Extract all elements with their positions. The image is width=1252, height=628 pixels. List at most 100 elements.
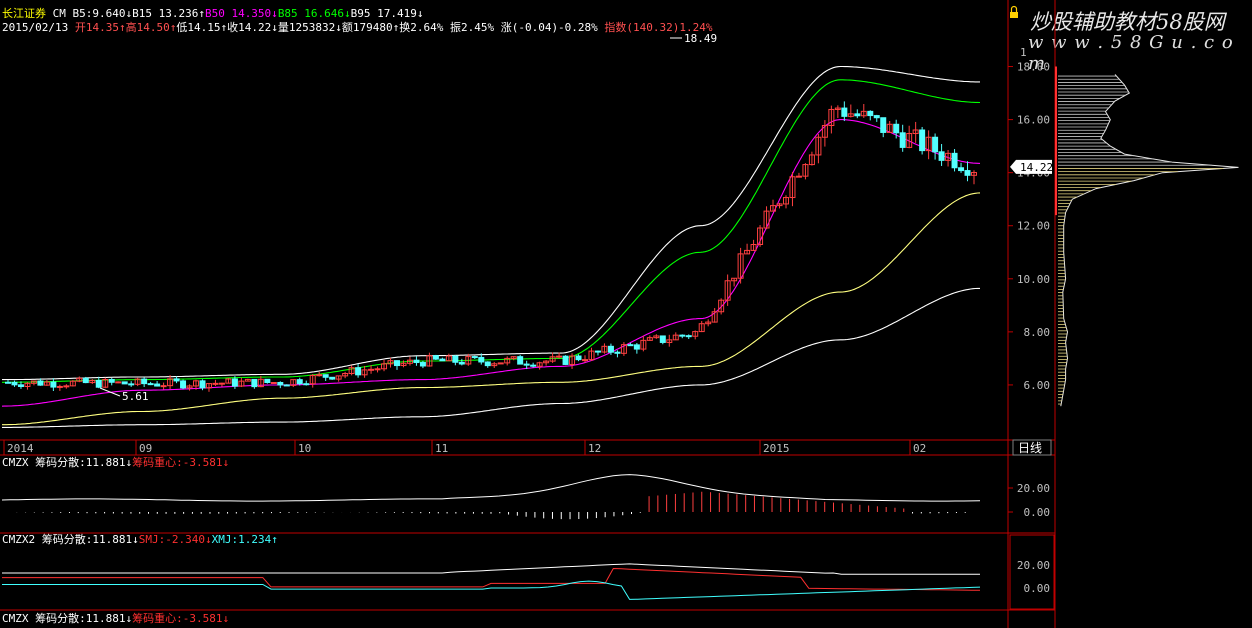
candle-body bbox=[841, 107, 848, 117]
high-annotation: 18.49 bbox=[684, 32, 717, 45]
current-price-label: 14.22 bbox=[1020, 161, 1053, 174]
price-axis-top-label: 1 bbox=[1020, 46, 1027, 59]
candle-body bbox=[141, 378, 148, 385]
candle-body bbox=[374, 368, 381, 371]
candle-body bbox=[594, 350, 601, 353]
candle-body bbox=[121, 381, 128, 385]
candle-body bbox=[873, 115, 880, 119]
candle-body bbox=[115, 381, 122, 384]
candle-body bbox=[147, 383, 154, 386]
price-tick-label: 10.00 bbox=[1017, 273, 1050, 286]
indicator2-smj-line bbox=[2, 567, 981, 591]
candle-body bbox=[685, 335, 692, 338]
band-line-b95 bbox=[2, 65, 980, 381]
candle-body bbox=[296, 379, 303, 385]
candle-body bbox=[893, 123, 900, 134]
price-tick-label: 16.00 bbox=[1017, 114, 1050, 127]
candle-body bbox=[199, 380, 206, 389]
price-tick-label: 6.00 bbox=[1024, 379, 1051, 392]
candle-body bbox=[368, 368, 375, 371]
candle-body bbox=[277, 381, 284, 386]
indicator2-tick-label: 20.00 bbox=[1017, 559, 1050, 572]
candle-body bbox=[251, 378, 258, 388]
band-line-b5 bbox=[2, 287, 980, 428]
candle-body bbox=[264, 378, 271, 383]
candle-body bbox=[432, 355, 439, 360]
candle-body bbox=[919, 129, 926, 152]
candle-body bbox=[517, 356, 524, 365]
date-label: 11 bbox=[435, 442, 448, 455]
candle-body bbox=[160, 385, 167, 388]
indicator1-tick-label: 20.00 bbox=[1017, 482, 1050, 495]
candle-body bbox=[607, 345, 614, 353]
candle-body bbox=[659, 335, 666, 343]
indicator2-axis-box bbox=[1009, 534, 1055, 610]
candle-body bbox=[5, 381, 11, 384]
candle-body bbox=[932, 136, 939, 153]
candle-body bbox=[270, 381, 277, 384]
candle-body bbox=[108, 379, 115, 383]
candle-body bbox=[11, 381, 18, 386]
candle-body bbox=[679, 334, 686, 337]
price-tick-label: 8.00 bbox=[1024, 326, 1051, 339]
candle-body bbox=[50, 381, 57, 388]
date-label: 10 bbox=[298, 442, 311, 455]
candle-body bbox=[938, 151, 945, 161]
candle-body bbox=[17, 384, 24, 387]
date-label: 09 bbox=[139, 442, 152, 455]
candle-body bbox=[958, 167, 965, 172]
candle-body bbox=[795, 175, 802, 178]
candle-body bbox=[173, 378, 180, 382]
candle-body bbox=[329, 376, 336, 380]
candle-body bbox=[899, 132, 906, 148]
period-button[interactable]: 日线 bbox=[1018, 441, 1042, 455]
candle-body bbox=[56, 385, 63, 388]
indicator2-dispersion-line bbox=[2, 563, 980, 575]
candle-body bbox=[478, 356, 485, 363]
main-chart-svg: 日线 18.0016.0014.0012.0010.008.006.00114.… bbox=[0, 0, 1239, 628]
date-label: 02 bbox=[913, 442, 926, 455]
price-tick-label: 12.00 bbox=[1017, 220, 1050, 233]
candle-body bbox=[497, 362, 504, 365]
candle-body bbox=[614, 351, 621, 354]
candle-body bbox=[355, 367, 362, 376]
indicator2-tick-label: 0.00 bbox=[1024, 582, 1051, 595]
candle-body bbox=[154, 383, 161, 387]
candle-body bbox=[575, 355, 582, 361]
candle-body bbox=[322, 374, 329, 378]
candle-body bbox=[439, 358, 446, 362]
candle-body bbox=[316, 374, 323, 377]
candle-body bbox=[854, 113, 861, 117]
candle-body bbox=[627, 344, 634, 347]
candle-body bbox=[283, 384, 290, 387]
indicator1-dispersion-line bbox=[1, 474, 981, 502]
candle-body bbox=[867, 110, 874, 117]
candle-body bbox=[231, 378, 238, 387]
candle-body bbox=[582, 359, 589, 362]
date-label: 12 bbox=[588, 442, 601, 455]
candle-body bbox=[880, 117, 887, 133]
candle-body bbox=[471, 356, 478, 359]
lock-icon[interactable] bbox=[1010, 5, 1018, 19]
date-label: 2014 bbox=[7, 442, 34, 455]
candle-body bbox=[523, 363, 530, 366]
candle-body bbox=[218, 382, 225, 385]
stock-chart-window: { "header": { "line1": [ {"text": "长江证券"… bbox=[0, 0, 1252, 628]
price-tick-label: 18.00 bbox=[1017, 61, 1050, 74]
chip-profile-outline bbox=[1060, 74, 1239, 407]
low-annotation: 5.61 bbox=[122, 390, 149, 403]
band-line-b50 bbox=[1, 119, 981, 407]
candle-body bbox=[452, 355, 459, 363]
candle-body bbox=[128, 383, 135, 386]
candle-body bbox=[63, 385, 70, 388]
candle-body bbox=[37, 380, 44, 386]
candle-body bbox=[180, 380, 187, 389]
candle-body bbox=[419, 362, 426, 367]
candle-body bbox=[458, 361, 465, 365]
candle-body bbox=[562, 355, 569, 365]
candle-body bbox=[413, 359, 420, 364]
candle-body bbox=[964, 170, 971, 176]
candle-body bbox=[556, 355, 563, 358]
candle-body bbox=[633, 344, 640, 350]
candle-body bbox=[484, 361, 491, 367]
